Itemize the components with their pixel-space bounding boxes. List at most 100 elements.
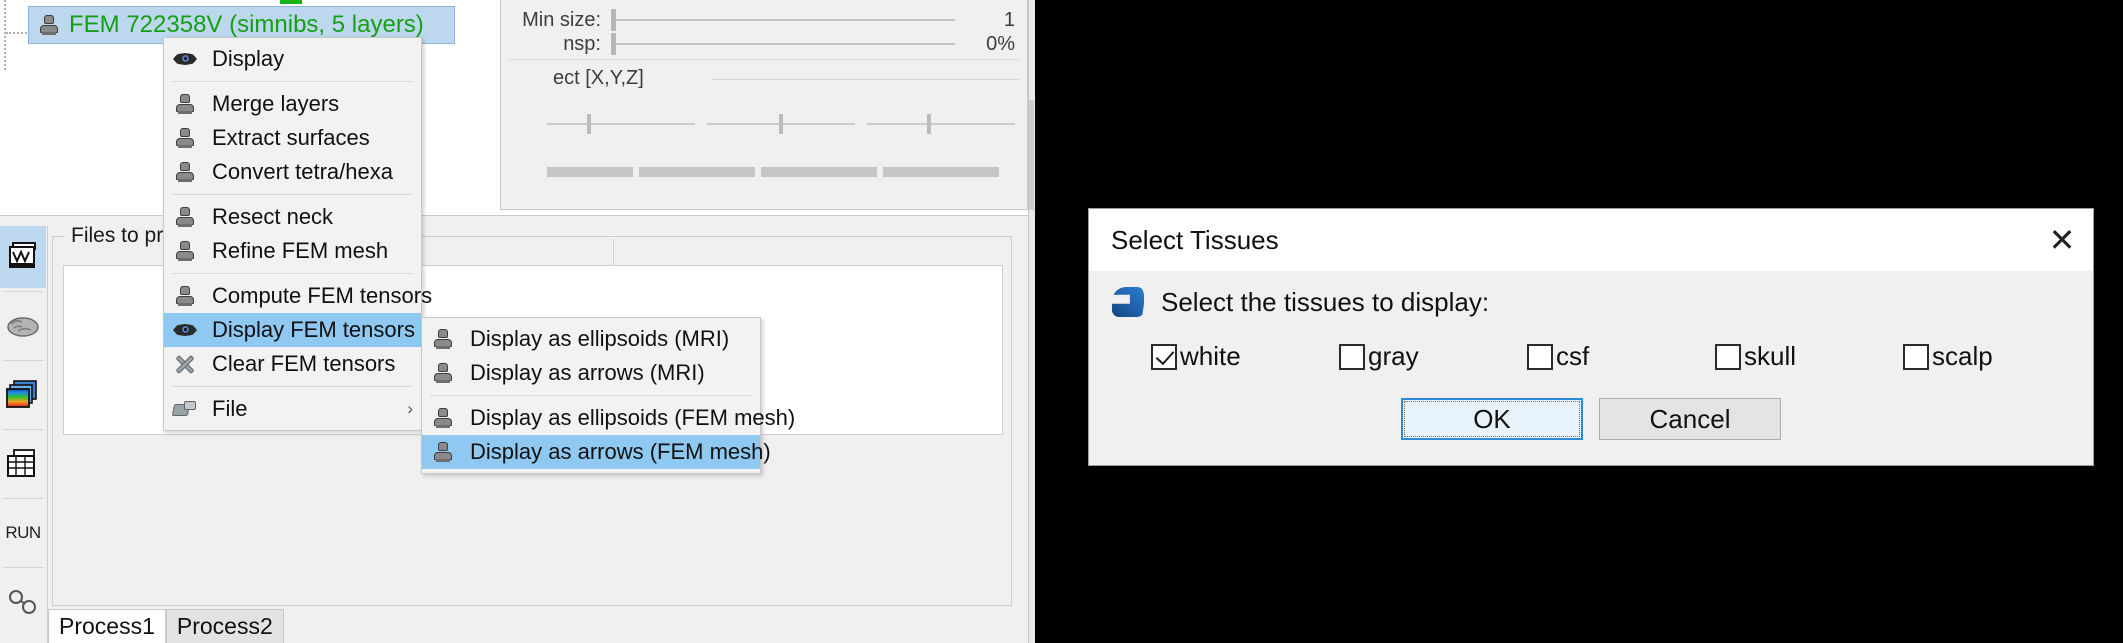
sidebar-item-pipeline[interactable]: [0, 571, 46, 633]
subject-bust-icon: [172, 162, 198, 182]
menu-item-label: Merge layers: [212, 91, 413, 117]
checkbox-white[interactable]: white: [1151, 341, 1339, 372]
tab-process1-label: Process1: [59, 613, 155, 640]
checkbox-gray[interactable]: gray: [1339, 341, 1527, 372]
menu-item-merge-layers[interactable]: Merge layers: [164, 87, 421, 121]
ok-button-label: OK: [1473, 404, 1511, 435]
sidebar-item-colormap[interactable]: [0, 364, 46, 426]
colormap-icon: [6, 380, 40, 410]
process-tab-strip: Process1 Process2: [48, 607, 284, 643]
pipeline-icon: [6, 587, 40, 617]
submenu-item-arrows-mri[interactable]: Display as arrows (MRI): [422, 356, 760, 390]
subject-bust-icon: [39, 15, 59, 35]
checkbox-csf[interactable]: csf: [1527, 341, 1715, 372]
menu-separator: [172, 194, 413, 195]
menu-item-compute-fem-tensors[interactable]: Compute FEM tensors: [164, 279, 421, 313]
menu-item-extract-surfaces[interactable]: Extract surfaces: [164, 121, 421, 155]
checkbox-white-label: white: [1180, 341, 1241, 372]
transparency-slider[interactable]: [611, 43, 955, 45]
display-fem-tensors-submenu: Display as ellipsoids (MRI) Display as a…: [421, 317, 761, 474]
submenu-item-label: Display as ellipsoids (FEM mesh): [470, 405, 795, 431]
z-slider-handle[interactable]: [927, 114, 931, 134]
rail-divider: [3, 360, 43, 361]
ok-button[interactable]: OK: [1401, 398, 1583, 440]
subject-bust-icon: [430, 408, 456, 428]
rail-divider: [3, 291, 43, 292]
menu-item-label: Display: [212, 46, 413, 72]
subject-bust-icon: [172, 207, 198, 227]
subject-bust-icon: [430, 442, 456, 462]
checkbox-scalp[interactable]: scalp: [1903, 341, 2091, 372]
x-slider[interactable]: [547, 123, 695, 125]
file-icon: [172, 400, 198, 418]
xyz-slider-group[interactable]: [547, 123, 1015, 125]
submenu-item-label: Display as ellipsoids (MRI): [470, 326, 752, 352]
window-scrollbar-track[interactable]: [1028, 0, 1035, 643]
menu-item-convert-tetra-hexa[interactable]: Convert tetra/hexa: [164, 155, 421, 189]
transparency-label: nsp:: [501, 33, 611, 56]
run-button-label: RUN: [5, 523, 40, 543]
rail-divider: [3, 429, 43, 430]
checkbox-gray-box[interactable]: [1339, 344, 1365, 370]
submenu-item-arrows-fem-mesh[interactable]: Display as arrows (FEM mesh): [422, 435, 760, 469]
sidebar-item-matrix[interactable]: [0, 433, 46, 495]
checkbox-white-box[interactable]: [1151, 344, 1177, 370]
eye-icon: [172, 323, 198, 337]
dialog-button-row: OK Cancel: [1089, 372, 2093, 440]
xyz-section-rule: [711, 79, 1019, 80]
menu-item-label: Clear FEM tensors: [212, 351, 413, 377]
submenu-item-ellipsoids-fem-mesh[interactable]: Display as ellipsoids (FEM mesh): [422, 401, 760, 435]
min-size-slider-handle[interactable]: [611, 9, 616, 31]
checkbox-skull-box[interactable]: [1715, 344, 1741, 370]
checkbox-skull[interactable]: skull: [1715, 341, 1903, 372]
screen-root: Min size: 1 nsp: 0% ect [X,Y,Z]: [0, 0, 2123, 643]
transparency-row[interactable]: nsp: 0%: [501, 29, 1015, 59]
window-scrollbar-thumb[interactable]: [1029, 100, 1034, 210]
anatomy-icon: [6, 242, 40, 272]
checkbox-csf-box[interactable]: [1527, 344, 1553, 370]
checkbox-gray-label: gray: [1368, 341, 1419, 372]
close-icon[interactable]: ✕: [2031, 209, 2093, 271]
subject-bust-icon: [172, 286, 198, 306]
submenu-item-label: Display as arrows (FEM mesh): [470, 439, 771, 465]
z-slider[interactable]: [867, 123, 1015, 125]
x-slider-handle[interactable]: [587, 114, 591, 134]
menu-item-label: Resect neck: [212, 204, 413, 230]
checkbox-scalp-box[interactable]: [1903, 344, 1929, 370]
submenu-item-ellipsoids-mri[interactable]: Display as ellipsoids (MRI): [422, 322, 760, 356]
transparency-value: 0%: [955, 33, 1015, 56]
menu-item-display[interactable]: Display: [164, 42, 421, 76]
tab-process2-label: Process2: [177, 613, 273, 640]
cancel-button[interactable]: Cancel: [1599, 398, 1781, 440]
submenu-item-label: Display as arrows (MRI): [470, 360, 752, 386]
eye-icon: [172, 52, 198, 66]
sidebar-item-cortex[interactable]: [0, 295, 46, 357]
xyz-bar: [639, 167, 755, 177]
subject-bust-icon: [430, 363, 456, 383]
min-size-slider[interactable]: [611, 19, 955, 21]
tree-parent-marker: [280, 0, 302, 4]
chevron-right-icon: ›: [399, 399, 413, 419]
xyz-bar: [547, 167, 633, 177]
checkbox-skull-label: skull: [1744, 341, 1796, 372]
y-slider[interactable]: [707, 123, 855, 125]
tab-process1[interactable]: Process1: [48, 609, 166, 643]
select-tissues-dialog: Select Tissues ✕ Select the tissues to d…: [1088, 208, 2094, 466]
menu-item-file[interactable]: File ›: [164, 392, 421, 426]
menu-item-display-fem-tensors[interactable]: Display FEM tensors ›: [164, 313, 421, 347]
dialog-prompt-text: Select the tissues to display:: [1161, 287, 1489, 318]
cortex-icon: [5, 312, 41, 340]
menu-item-clear-fem-tensors[interactable]: Clear FEM tensors: [164, 347, 421, 381]
checkbox-csf-label: csf: [1556, 341, 1589, 372]
run-button[interactable]: RUN: [0, 502, 46, 564]
y-slider-handle[interactable]: [779, 114, 783, 134]
menu-item-refine-fem-mesh[interactable]: Refine FEM mesh: [164, 234, 421, 268]
transparency-slider-handle[interactable]: [611, 33, 616, 55]
sidebar-item-anatomy[interactable]: [0, 226, 46, 288]
tab-process2[interactable]: Process2: [166, 609, 284, 643]
dialog-title: Select Tissues: [1111, 225, 1279, 256]
menu-separator: [172, 273, 413, 274]
group-split-line: [613, 239, 614, 265]
cross-icon: [172, 353, 198, 375]
menu-item-resect-neck[interactable]: Resect neck: [164, 200, 421, 234]
